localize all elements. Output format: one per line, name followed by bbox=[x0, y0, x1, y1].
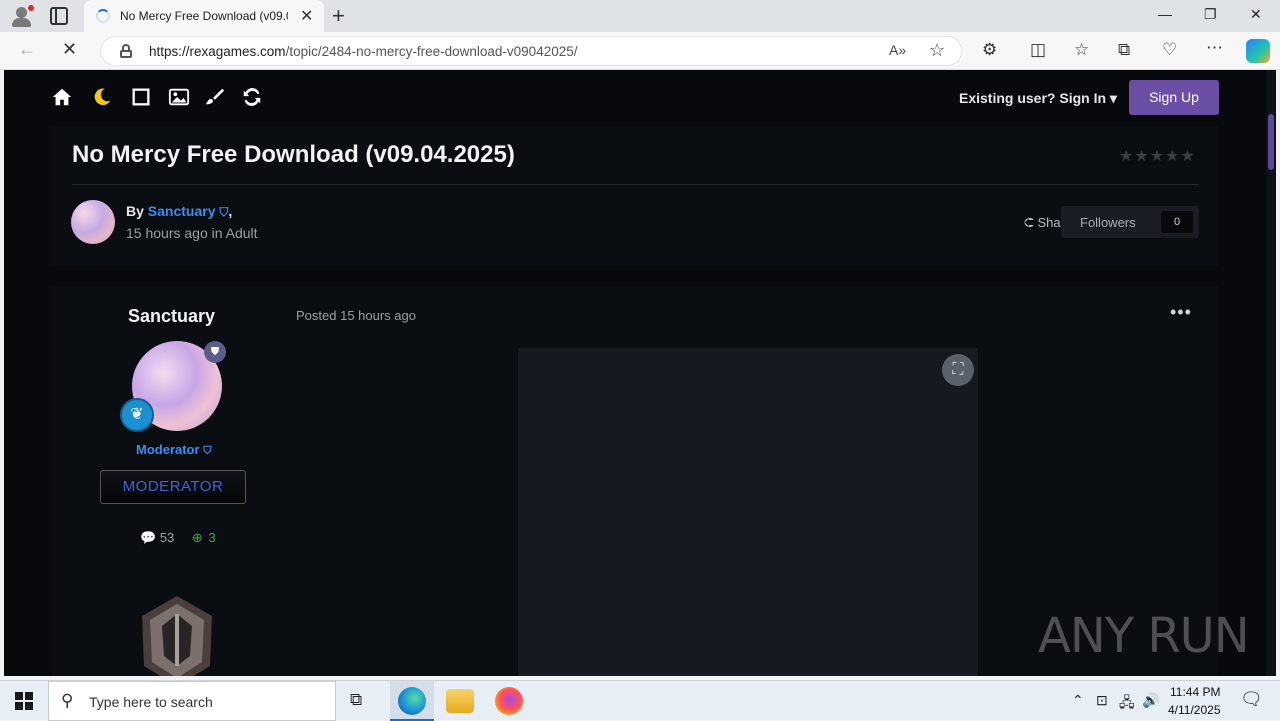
poster-name[interactable]: Sanctuary bbox=[128, 306, 215, 327]
more-menu-icon[interactable]: ⋯ bbox=[1206, 38, 1223, 58]
network-icon[interactable]: 🖧 bbox=[1119, 692, 1135, 716]
anyrun-watermark: ANY RUN bbox=[1038, 608, 1250, 664]
rank-helmet-icon bbox=[142, 596, 212, 676]
web-page: Existing user? Sign In ▾ Sign Up No Merc… bbox=[4, 70, 1276, 676]
favorites-icon[interactable]: ☆ bbox=[1074, 40, 1089, 60]
search-icon: ⚲ bbox=[61, 691, 74, 710]
volume-icon[interactable]: 🔊 bbox=[1142, 692, 1159, 709]
followers-count: 0 bbox=[1161, 211, 1193, 233]
tab-actions-icon[interactable] bbox=[50, 7, 68, 25]
topic-header: No Mercy Free Download (v09.04.2025) ★★★… bbox=[52, 126, 1218, 266]
moderator-banner: MODERATOR bbox=[100, 470, 246, 504]
task-view-icon[interactable]: ⧉ bbox=[350, 690, 362, 710]
favorite-star-icon[interactable]: ☆ bbox=[929, 40, 945, 61]
notifications-icon[interactable]: 🗨 bbox=[1240, 689, 1263, 710]
edge-browser-icon[interactable] bbox=[398, 687, 426, 715]
url-path: /topic/2484-no-mercy-free-download-v0904… bbox=[285, 44, 578, 59]
by-prefix: By bbox=[126, 203, 148, 219]
clock-date[interactable]: 4/11/2025 bbox=[1168, 703, 1221, 717]
post-image-placeholder[interactable]: ⛶ bbox=[518, 348, 978, 676]
browser-toolbar: ← ✕ https://rexagames.com/topic/2484-no-… bbox=[0, 32, 1280, 70]
back-arrow-icon[interactable]: ← bbox=[18, 39, 36, 60]
home-icon[interactable] bbox=[50, 86, 74, 110]
windows-taskbar: ⚲ Type here to search ⧉ ⌃ ⊡ 🖧 🔊 11:44 PM… bbox=[0, 680, 1280, 721]
window-minimize-button[interactable]: — bbox=[1158, 6, 1172, 22]
post-options-menu[interactable]: ••• bbox=[1170, 302, 1192, 323]
window-close-button[interactable]: ✕ bbox=[1250, 6, 1262, 23]
author-link[interactable]: Sanctuary bbox=[148, 203, 216, 219]
group-name-text: Moderator bbox=[136, 442, 200, 457]
image-icon[interactable] bbox=[167, 86, 191, 110]
site-header: Existing user? Sign In ▾ Sign Up bbox=[4, 70, 1266, 126]
read-aloud-icon[interactable]: A» bbox=[889, 42, 906, 58]
square-icon[interactable] bbox=[129, 86, 153, 110]
file-explorer-icon[interactable] bbox=[446, 689, 474, 713]
windows-start-icon[interactable] bbox=[15, 692, 33, 710]
search-placeholder: Type here to search bbox=[89, 694, 213, 710]
taskbar-search-box[interactable]: ⚲ Type here to search bbox=[48, 681, 336, 721]
post-count: 53 bbox=[159, 530, 175, 545]
page-title: No Mercy Free Download (v09.04.2025) bbox=[72, 141, 515, 168]
expand-image-icon[interactable]: ⛶ bbox=[942, 354, 974, 386]
profile-icon[interactable] bbox=[10, 5, 34, 27]
byline-comma: , bbox=[228, 203, 233, 219]
tray-chevron-up-icon[interactable]: ⌃ bbox=[1072, 692, 1084, 709]
divider bbox=[72, 184, 1199, 185]
tray-security-icon[interactable]: ⊡ bbox=[1096, 692, 1108, 709]
comment-icon: 💬 bbox=[140, 530, 157, 545]
reputation-plus-icon: ⊕ bbox=[191, 530, 203, 545]
browser-tab-bar: No Mercy Free Download (v09.04.2025) ✕ +… bbox=[0, 0, 1280, 32]
clock-time[interactable]: 11:44 PM bbox=[1170, 685, 1220, 699]
copilot-icon[interactable] bbox=[1246, 39, 1270, 63]
topic-meta: 15 hours ago in Adult bbox=[126, 225, 258, 241]
firefox-icon[interactable] bbox=[495, 687, 523, 715]
refresh-icon[interactable] bbox=[240, 86, 264, 110]
window-restore-button[interactable]: ❐ bbox=[1204, 6, 1217, 23]
leaf-badge-icon: ❦ bbox=[120, 398, 154, 432]
loading-spinner-icon bbox=[96, 9, 110, 23]
sign-up-button[interactable]: Sign Up bbox=[1129, 80, 1219, 115]
brush-icon[interactable] bbox=[202, 86, 226, 110]
share-icon: ⮈ bbox=[1024, 215, 1034, 230]
moderator-shield-icon: ⛊ bbox=[204, 341, 226, 363]
scrollbar-thumb[interactable] bbox=[1268, 114, 1274, 170]
sign-in-link[interactable]: Existing user? Sign In ▾ bbox=[959, 90, 1117, 107]
poster-stats: 💬 53 ⊕ 3 bbox=[140, 530, 216, 546]
followers-label: Followers bbox=[1080, 215, 1136, 230]
new-tab-button[interactable]: + bbox=[332, 3, 345, 29]
url-text[interactable]: https://rexagames.com/topic/2484-no-merc… bbox=[149, 44, 577, 59]
rating-stars[interactable]: ★★★★★ bbox=[1119, 146, 1196, 166]
tab-close-button[interactable]: ✕ bbox=[300, 6, 313, 26]
group-name: Moderator ⛉ bbox=[136, 442, 211, 458]
browser-essentials-icon[interactable]: ♡ bbox=[1162, 40, 1177, 60]
reputation-count: 3 bbox=[208, 530, 216, 545]
stop-loading-icon[interactable]: ✕ bbox=[62, 39, 77, 60]
author-byline: By Sanctuary ⛉, bbox=[126, 203, 232, 220]
posted-timestamp: Posted 15 hours ago bbox=[296, 308, 416, 323]
address-bar[interactable]: https://rexagames.com/topic/2484-no-merc… bbox=[100, 36, 962, 66]
author-avatar[interactable] bbox=[71, 200, 115, 244]
lock-icon[interactable] bbox=[120, 44, 132, 58]
collections-icon[interactable]: ⧉ bbox=[1118, 40, 1130, 60]
followers-button[interactable]: Followers 0 bbox=[1061, 206, 1199, 238]
url-host: https://rexagames.com bbox=[149, 44, 286, 59]
extensions-icon[interactable]: ⚙ bbox=[982, 40, 997, 60]
verified-shield-icon: ⛉ bbox=[203, 445, 212, 457]
moon-icon[interactable] bbox=[90, 86, 114, 110]
tab-title: No Mercy Free Download (v09.04.2025) bbox=[120, 9, 288, 23]
split-screen-icon[interactable]: ◫ bbox=[1030, 40, 1046, 60]
browser-tab-active[interactable]: No Mercy Free Download (v09.04.2025) ✕ bbox=[84, 0, 324, 32]
